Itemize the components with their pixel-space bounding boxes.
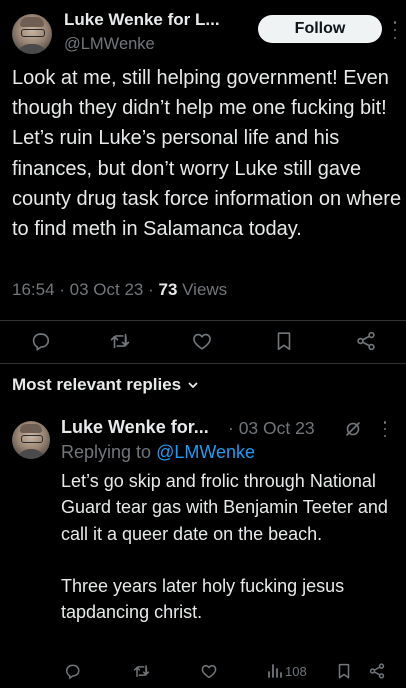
repost-icon[interactable]: [132, 659, 151, 683]
reply-views-count: 108: [285, 663, 307, 679]
avatar-shirt: [16, 449, 46, 459]
replying-to-mention[interactable]: @LMWenke: [156, 442, 255, 462]
reply-more-options-icon[interactable]: [382, 421, 388, 437]
reply-action-bar: 108: [0, 659, 406, 683]
share-icon[interactable]: [368, 659, 386, 683]
views-label: Views: [177, 280, 228, 299]
more-options-icon[interactable]: [391, 21, 399, 39]
reply-icon[interactable]: [29, 329, 51, 353]
post-text: Look at me, still helping government! Ev…: [12, 67, 402, 241]
avatar-shirt: [16, 44, 48, 54]
reply-date[interactable]: · 03 Oct 23: [228, 418, 315, 439]
replies-sort-toggle[interactable]: Most relevant replies: [12, 375, 199, 395]
like-icon[interactable]: [200, 659, 218, 683]
avatar-hair: [20, 17, 44, 27]
repost-icon[interactable]: [108, 329, 132, 353]
author-handle[interactable]: @LMWenke: [64, 35, 155, 54]
avatar-glasses: [21, 29, 45, 37]
reply-icon[interactable]: [63, 659, 81, 683]
divider: [0, 320, 406, 321]
post-date[interactable]: 03 Oct 23: [70, 280, 144, 299]
avatar-hair: [20, 424, 42, 433]
tweet-detail-page: Luke Wenke for L... @LMWenke Follow Look…: [0, 0, 406, 688]
author-display-name[interactable]: Luke Wenke for L...: [64, 10, 220, 30]
avatar-glasses: [21, 435, 43, 443]
post-action-bar: [0, 329, 406, 353]
divider: [0, 363, 406, 364]
reply-author-name[interactable]: Luke Wenke for...: [61, 417, 209, 438]
avatar[interactable]: [12, 14, 52, 54]
post-header: Luke Wenke for L... @LMWenke Follow: [12, 8, 399, 56]
follow-button[interactable]: Follow: [258, 15, 382, 43]
post-meta: 16:54 · 03 Oct 23 · 73 Views: [12, 280, 227, 300]
meta-separator: ·: [54, 280, 70, 299]
bookmark-icon[interactable]: [336, 659, 352, 683]
replying-to: Replying to @LMWenke: [61, 442, 255, 463]
reply-avatar[interactable]: [12, 421, 50, 459]
post-time: 16:54: [12, 280, 55, 299]
meta-separator: ·: [143, 280, 159, 299]
chevron-down-icon: [188, 382, 198, 388]
bookmark-icon[interactable]: [274, 329, 294, 353]
muted-icon[interactable]: [344, 420, 362, 438]
share-icon[interactable]: [355, 329, 377, 353]
replying-to-label: Replying to: [61, 442, 157, 462]
reply-text: Let’s go skip and frolic through Nationa…: [61, 471, 388, 623]
views-count: 73: [158, 280, 178, 299]
like-icon[interactable]: [191, 329, 213, 353]
views-icon[interactable]: 108: [267, 659, 307, 683]
replies-header-label: Most relevant replies: [12, 375, 182, 394]
